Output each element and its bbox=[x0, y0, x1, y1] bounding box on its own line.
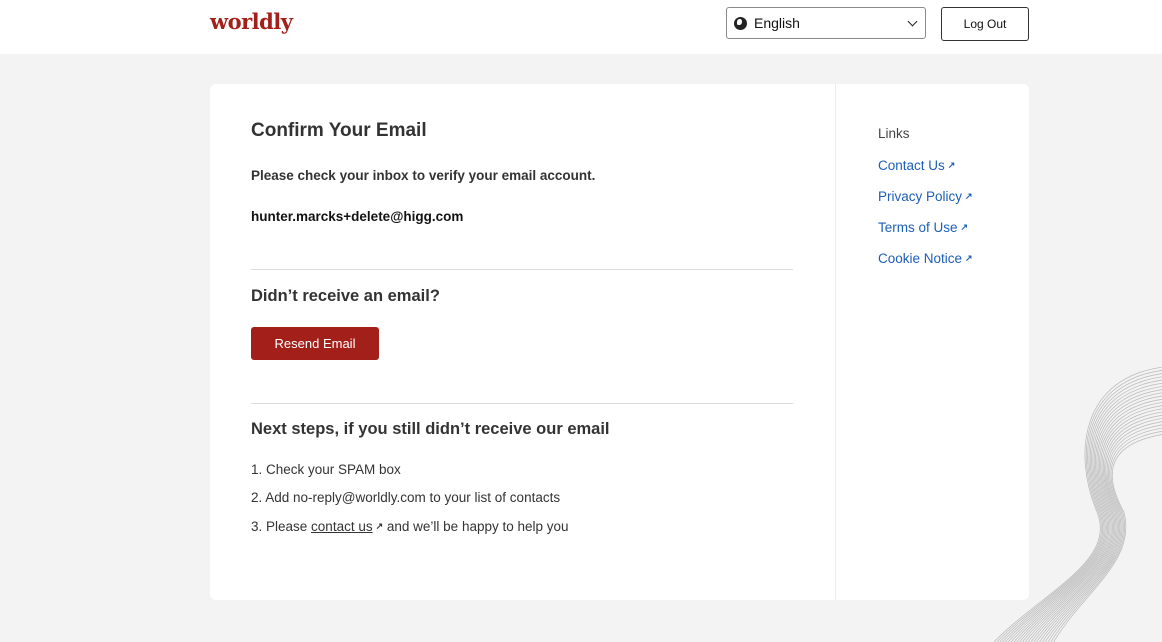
sidebar-links: Contact Us ↗ Privacy Policy ↗ Terms of Use… bbox=[878, 153, 973, 277]
step-text: 3. Please bbox=[251, 519, 312, 534]
instructions-text: Please check your inbox to verify your e… bbox=[251, 168, 596, 183]
next-steps-list: 1. Check your SPAM box 2. Add no-reply@w… bbox=[251, 456, 569, 540]
list-item: 1. Check your SPAM box bbox=[251, 462, 401, 477]
resend-email-button[interactable]: Resend Email bbox=[251, 327, 379, 360]
external-link-icon: ↗ bbox=[947, 160, 956, 170]
page-title: Confirm Your Email bbox=[251, 120, 427, 141]
sidebar-link-label: Terms of Use bbox=[878, 220, 958, 235]
sidebar-link-cookie-notice[interactable]: Cookie Notice ↗ bbox=[878, 251, 973, 266]
sidebar-link-label: Contact Us bbox=[878, 158, 945, 173]
wave-line bbox=[1027, 405, 1162, 642]
list-item: 2. Add no-reply@worldly.com to your list… bbox=[251, 490, 561, 505]
list-item: 3. Please contact us ↗ and we’ll be happy… bbox=[251, 512, 569, 540]
contact-us-link[interactable]: contact us ↗ bbox=[311, 519, 383, 534]
language-select[interactable]: English bbox=[726, 7, 926, 39]
chevron-down-icon bbox=[907, 16, 918, 27]
sidebar-link-contact-us[interactable]: Contact Us ↗ bbox=[878, 158, 955, 173]
email-address: hunter.marcks+delete@higg.com bbox=[251, 209, 464, 224]
sidebar-divider bbox=[835, 84, 836, 600]
sidebar-link-terms-of-use[interactable]: Terms of Use ↗ bbox=[878, 220, 968, 235]
contact-us-link-label: contact us bbox=[311, 519, 373, 534]
top-bar: worldly English Log Out bbox=[0, 0, 1162, 54]
resend-heading: Didn’t receive an email? bbox=[251, 287, 440, 305]
external-link-icon: ↗ bbox=[375, 521, 384, 531]
external-link-icon: ↗ bbox=[960, 222, 969, 232]
divider bbox=[251, 269, 793, 270]
sidebar-link-privacy-policy[interactable]: Privacy Policy ↗ bbox=[878, 189, 973, 204]
worldly-logo[interactable]: worldly bbox=[210, 9, 293, 34]
confirm-email-card: Confirm Your Email Please check your inb… bbox=[210, 84, 1029, 600]
sidebar-link-label: Cookie Notice bbox=[878, 251, 963, 266]
external-link-icon: ↗ bbox=[965, 191, 973, 201]
decorative-wave-pattern bbox=[993, 366, 1162, 642]
next-steps-heading: Next steps, if you still didn’t receive … bbox=[251, 420, 610, 438]
sidebar-link-label: Privacy Policy bbox=[878, 189, 963, 204]
divider bbox=[251, 403, 793, 404]
links-heading: Links bbox=[878, 126, 910, 141]
log-out-button[interactable]: Log Out bbox=[941, 7, 1029, 41]
step-text: and we’ll be happy to help you bbox=[383, 519, 569, 534]
language-select-value: English bbox=[754, 15, 800, 31]
external-link-icon: ↗ bbox=[965, 253, 973, 263]
globe-icon bbox=[734, 16, 747, 30]
